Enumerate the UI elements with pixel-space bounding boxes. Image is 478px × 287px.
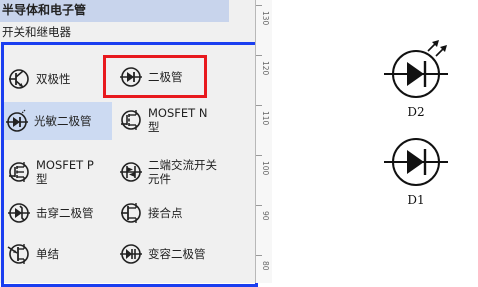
component-d2[interactable]: D2 [380, 32, 460, 124]
ruler-mark: 110 [261, 111, 270, 126]
palette-item-label: 单结 [36, 247, 59, 261]
label-line1: MOSFET N [148, 106, 208, 120]
label-line1: 二端交流开关 [148, 158, 217, 172]
varactor-diode-icon [120, 244, 142, 264]
component-label: D2 [407, 105, 425, 119]
mosfet-n-icon [121, 110, 141, 130]
palette-item-mosfet-p[interactable]: MOSFET P 型 [6, 152, 110, 192]
palette-item-varactor-diode[interactable]: 变容二极管 [118, 235, 228, 273]
ruler-mark: 80 [261, 261, 270, 271]
diode-icon [384, 138, 448, 186]
component-d1[interactable]: D1 [380, 130, 460, 214]
vertical-ruler: 130 120 110 100 90 80 [255, 0, 273, 283]
diode-icon [120, 66, 142, 87]
palette-item-diac[interactable]: 二端交流开关 元件 [118, 152, 230, 192]
unijunction-transistor-icon [7, 244, 29, 264]
label-line2: 型 [36, 172, 48, 186]
palette-item-label: 击穿二极管 [36, 206, 94, 220]
bipolar-transistor-icon [9, 69, 29, 89]
palette-item-label: MOSFET P 型 [36, 158, 94, 186]
palette-item-bipolar[interactable]: 双极性 [6, 60, 106, 98]
diac-icon [120, 162, 142, 182]
label-line1: MOSFET P [36, 158, 94, 172]
palette-item-photodiode[interactable]: 光敏二极管 [4, 102, 112, 140]
category-header[interactable]: 半导体和电子管 [0, 0, 229, 22]
label-line2: 元件 [148, 172, 171, 186]
palette-item-label: 二端交流开关 元件 [148, 158, 217, 186]
drawing-canvas[interactable]: D2 D1 [272, 0, 478, 283]
palette-item-label: 变容二极管 [148, 247, 206, 261]
palette-item-zener-diode[interactable]: 击穿二极管 [6, 194, 110, 232]
junction-icon [121, 203, 141, 223]
palette-item-label: 接合点 [148, 206, 183, 220]
palette-item-label: 二极管 [148, 69, 183, 84]
palette-item-diode[interactable]: 二极管 [103, 55, 207, 98]
label-line2: 型 [148, 120, 160, 134]
ruler-mark: 120 [261, 61, 270, 76]
palette-item-label: 双极性 [36, 72, 71, 86]
palette-item-junction[interactable]: 接合点 [118, 194, 222, 232]
zener-diode-icon [8, 203, 30, 223]
palette-item-label: MOSFET N 型 [148, 106, 207, 134]
ruler-mark: 130 [261, 11, 270, 26]
ruler-mark: 100 [261, 161, 270, 176]
palette-item-mosfet-n[interactable]: MOSFET N 型 [118, 100, 228, 140]
photodiode-icon [6, 109, 28, 132]
shapes-panel: 半导体和电子管 开关和继电器 双极性 二极管 光敏二极管 MOSFET N 型 … [0, 0, 273, 287]
ruler-mark: 90 [261, 211, 270, 221]
subcategory-label[interactable]: 开关和继电器 [0, 24, 229, 40]
mosfet-p-icon [9, 162, 29, 182]
component-label: D1 [407, 193, 425, 207]
palette-item-unijunction[interactable]: 单结 [6, 235, 110, 273]
palette-item-label: 光敏二极管 [34, 114, 92, 128]
led-diode-icon [384, 40, 448, 98]
